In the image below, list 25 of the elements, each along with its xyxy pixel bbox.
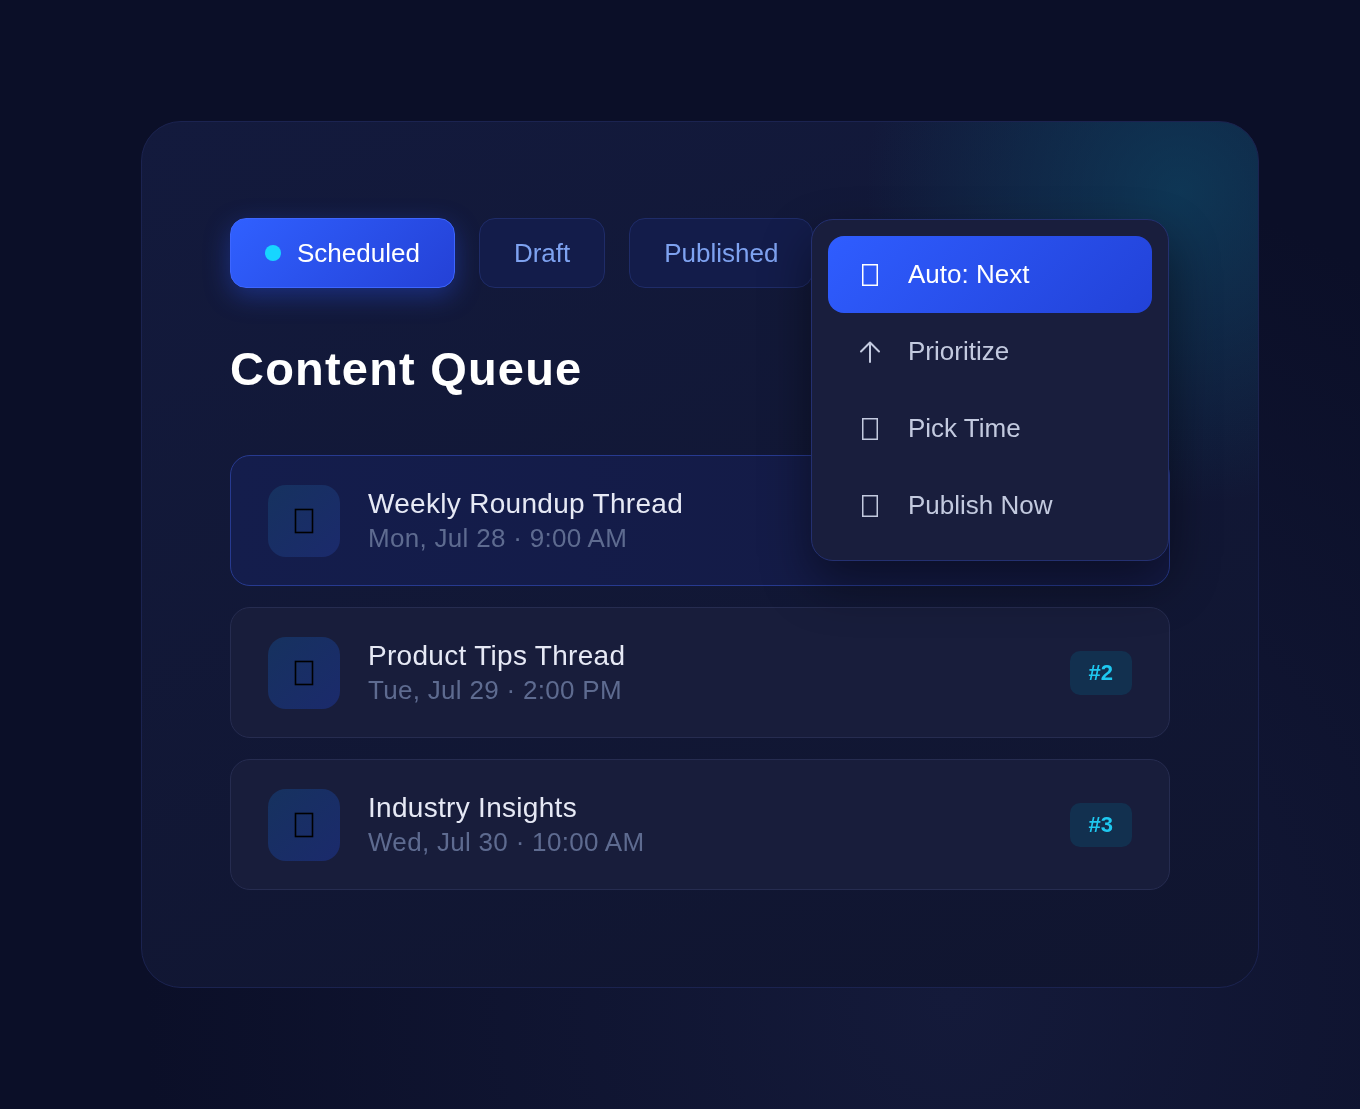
queue-item[interactable]: Product Tips Thread Tue, Jul 29 · 2:00 PM #2 bbox=[230, 607, 1170, 738]
menu-item[interactable]: Prioritize bbox=[828, 313, 1152, 390]
item-time: Mon, Jul 28 · 9:00 AM bbox=[368, 521, 629, 555]
item-title: Weekly Roundup Thread bbox=[368, 486, 683, 521]
square-outline-icon bbox=[862, 494, 878, 517]
square-outline-icon bbox=[268, 788, 340, 861]
item-time: Tue, Jul 29 · 2:00 PM bbox=[368, 673, 623, 707]
queue-number: #3 bbox=[1069, 802, 1132, 847]
tab[interactable]: Scheduled bbox=[230, 218, 455, 288]
item-time: Wed, Jul 30 · 10:00 AM bbox=[368, 825, 645, 859]
status-dot-icon bbox=[265, 245, 281, 261]
tab[interactable]: Draft bbox=[478, 218, 606, 288]
menu-item[interactable]: Auto: Next bbox=[828, 236, 1152, 313]
item-title: Product Tips Thread bbox=[368, 638, 626, 673]
page-title: Content Queue bbox=[230, 341, 583, 397]
square-outline-icon bbox=[268, 484, 340, 557]
menu-item[interactable]: Publish Now bbox=[828, 467, 1152, 544]
tab[interactable]: Published bbox=[629, 218, 814, 288]
queue-number: #2 bbox=[1069, 650, 1132, 695]
square-outline-icon bbox=[862, 417, 878, 440]
queue-item[interactable]: Industry Insights Wed, Jul 30 · 10:00 AM #3 bbox=[230, 759, 1170, 890]
arrow-up-icon bbox=[859, 340, 881, 363]
item-title: Industry Insights bbox=[368, 790, 578, 825]
square-outline-icon bbox=[862, 263, 878, 286]
square-outline-icon bbox=[268, 636, 340, 709]
